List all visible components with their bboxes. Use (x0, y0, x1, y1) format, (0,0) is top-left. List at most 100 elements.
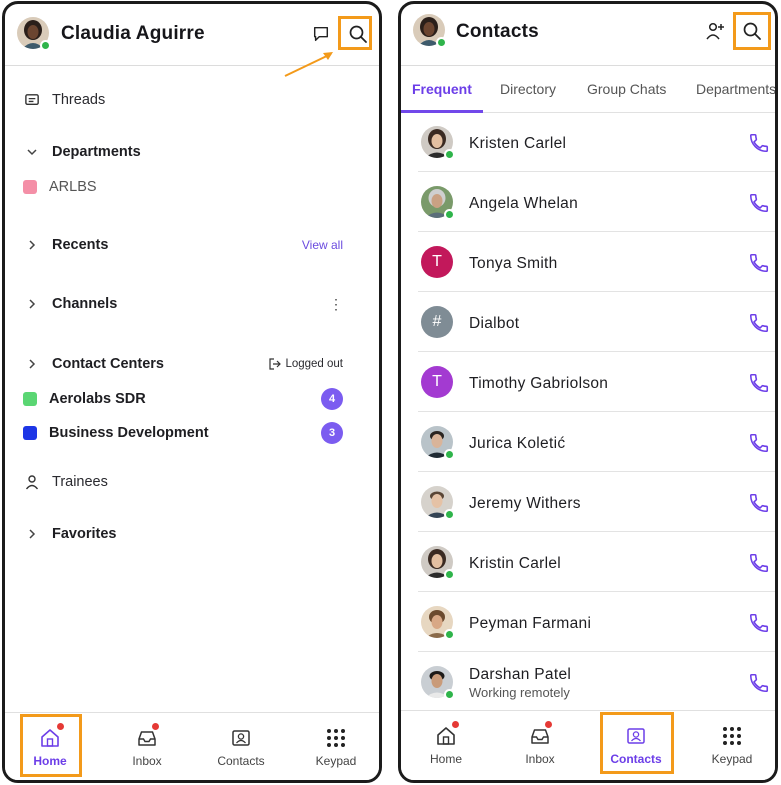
sidebar-item-arlbs[interactable]: ARLBS (21, 175, 343, 199)
sidebar-section-departments[interactable]: Departments (21, 140, 343, 164)
contact-row[interactable]: T Timothy Gabriolson (418, 352, 775, 412)
chevron-right-icon (21, 353, 43, 375)
online-indicator (444, 689, 455, 700)
phone-icon (749, 493, 769, 513)
search-highlight (733, 12, 771, 50)
tab-frequent[interactable]: Frequent (412, 81, 472, 97)
contacts-screen: Contacts Frequent Directory Group Chats … (398, 1, 778, 783)
contact-row[interactable]: Darshan Patel Working remotely (418, 652, 775, 712)
add-person-icon (706, 22, 724, 40)
contact-center-color-swatch (23, 392, 37, 406)
nav-label: Contacts (217, 754, 265, 768)
sidebar-section-channels[interactable]: Channels ⋮ (21, 292, 343, 316)
contact-name: Darshan Patel (469, 666, 572, 683)
contact-avatar (421, 666, 455, 700)
online-indicator (436, 37, 447, 48)
nav-inbox[interactable]: Inbox (102, 713, 192, 780)
sidebar-item-trainees[interactable]: Trainees (21, 470, 343, 494)
notification-dot (545, 721, 552, 728)
sidebar-section-favorites[interactable]: Favorites (21, 522, 343, 546)
section-label: Favorites (52, 526, 117, 542)
section-label: Recents (52, 237, 109, 253)
person-icon (21, 471, 43, 493)
sidebar-item-business-development[interactable]: Business Development 3 (21, 421, 343, 445)
contact-name: Kristin Carlel (469, 555, 562, 572)
bottom-navigation: Home Inbox Contacts Keypad (5, 712, 379, 780)
sidebar-section-contact-centers[interactable]: Contact Centers Logged out (21, 352, 343, 376)
tab-directory[interactable]: Directory (500, 81, 556, 97)
nav-contacts[interactable]: Contacts (196, 713, 286, 780)
letter-avatar: T (421, 366, 453, 398)
contact-name: Kristen Carlel (469, 135, 567, 152)
add-contact-button[interactable] (700, 16, 730, 46)
contacts-header: Contacts (401, 4, 775, 66)
contact-row[interactable]: T Tonya Smith (418, 232, 775, 292)
phone-icon (749, 253, 769, 273)
contact-row[interactable]: # Dialbot (418, 292, 775, 352)
online-indicator (444, 449, 455, 460)
nav-label: Home (429, 752, 462, 766)
contact-avatar: T (421, 366, 453, 398)
contact-name: Timothy Gabriolson (469, 375, 609, 392)
sidebar-item-label: Threads (52, 92, 106, 108)
online-indicator (444, 149, 455, 160)
phone-icon (749, 673, 769, 693)
contact-status: Working remotely (469, 685, 570, 700)
view-all-link[interactable]: View all (302, 238, 343, 252)
online-indicator (444, 629, 455, 640)
phone-icon (749, 613, 769, 633)
contact-name: Tonya Smith (469, 255, 558, 272)
phone-icon (749, 373, 769, 393)
sidebar-section-recents[interactable]: Recents View all (21, 233, 343, 257)
contact-row[interactable]: Jurica Koletić (418, 412, 775, 472)
chat-bubble-icon (313, 26, 329, 42)
contact-row[interactable]: Angela Whelan (418, 172, 775, 232)
nav-keypad[interactable]: Keypad (687, 711, 775, 779)
contact-avatar: # (421, 306, 453, 338)
inbox-icon (531, 729, 549, 744)
user-avatar[interactable] (17, 17, 51, 51)
contact-name: Dialbot (469, 315, 520, 332)
contact-row[interactable]: Jeremy Withers (418, 472, 775, 532)
phone-icon (749, 313, 769, 333)
logout-status[interactable]: Logged out (269, 358, 343, 370)
nav-keypad[interactable]: Keypad (291, 713, 379, 780)
tab-departments[interactable]: Departments (696, 81, 775, 97)
sidebar-item-threads[interactable]: Threads (21, 88, 343, 112)
nav-label: Keypad (315, 754, 357, 768)
threads-icon (21, 89, 43, 111)
search-highlight (338, 16, 372, 50)
tab-group-chats[interactable]: Group Chats (587, 81, 666, 97)
phone-icon (749, 553, 769, 573)
contacts-highlight (600, 712, 674, 774)
sidebar-item-label: Business Development (49, 425, 209, 441)
pointer-arrow (284, 52, 333, 77)
user-name: Claudia Aguirre (61, 23, 205, 44)
new-message-button[interactable] (306, 19, 336, 49)
contact-avatar (421, 126, 455, 160)
sidebar-item-label: Aerolabs SDR (49, 391, 146, 407)
nav-inbox[interactable]: Inbox (495, 711, 585, 779)
contact-avatar (421, 486, 455, 520)
contact-row[interactable]: Peyman Farmani (418, 592, 775, 652)
notification-dot (452, 721, 459, 728)
section-label: Channels (52, 296, 118, 312)
contact-row[interactable]: Kristen Carlel (418, 112, 775, 172)
contact-name: Jurica Koletić (469, 435, 566, 452)
unread-count-badge: 4 (321, 388, 343, 410)
chevron-right-icon (21, 523, 43, 545)
contact-name: Jeremy Withers (469, 495, 581, 512)
nav-label: Inbox (525, 752, 555, 766)
user-avatar[interactable] (413, 14, 447, 48)
contact-avatar (421, 546, 455, 580)
contact-row[interactable]: Kristin Carlel (418, 532, 775, 592)
sidebar-item-aerolabs-sdr[interactable]: Aerolabs SDR 4 (21, 387, 343, 411)
contact-tabs: Frequent Directory Group Chats Departmen… (401, 67, 775, 113)
channels-menu-button[interactable]: ⋮ (329, 297, 343, 311)
phone-icon (749, 133, 769, 153)
notification-dot (152, 723, 159, 730)
bottom-navigation: Home Inbox Contacts Keypad (401, 710, 775, 780)
chevron-down-icon (21, 141, 43, 163)
phone-icon (749, 193, 769, 213)
nav-home[interactable]: Home (401, 711, 491, 779)
